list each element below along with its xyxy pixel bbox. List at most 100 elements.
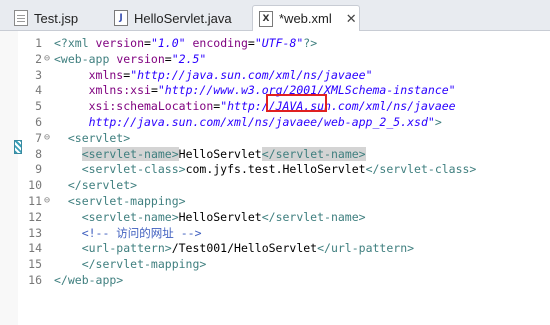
code-token: </servlet-name> xyxy=(261,146,366,161)
code-text: <servlet-class>com.jyfs.test.HelloServle… xyxy=(54,161,477,177)
tab-hello-servlet-java[interactable]: J HelloServlet.java xyxy=(108,5,250,31)
code-text: </servlet-mapping> xyxy=(54,256,207,272)
code-token: xmlns xyxy=(54,67,124,82)
code-text: <url-pattern>/Test001/HelloServlet</url-… xyxy=(54,240,414,256)
tab-label: *web.xml xyxy=(279,11,332,26)
tab-label: HelloServlet.java xyxy=(134,10,232,26)
code-token: "UTF-8" xyxy=(254,36,304,50)
line-number: 6 xyxy=(35,115,42,129)
code-token: http://java.sun.com/xml/ns/javaee/web-ap… xyxy=(54,115,435,129)
code-token: ?> xyxy=(303,36,318,50)
fold-toggle-icon[interactable]: ⊖ xyxy=(44,193,54,209)
code-line[interactable]: 14 <url-pattern>/Test001/HelloServlet</u… xyxy=(0,240,550,256)
close-tab-icon[interactable]: ✕ xyxy=(346,11,357,27)
tab-web-xml[interactable]: X *web.xml ✕ xyxy=(252,5,360,31)
code-text: xmlns="http://java.sun.com/xml/ns/javaee… xyxy=(54,67,373,83)
code-token: "http://JAVA.sun.com/xml/ns/javaee xyxy=(220,99,456,114)
jsp-file-icon xyxy=(14,10,28,26)
code-text: <?xml version="1.0" encoding="UTF-8"?> xyxy=(54,35,317,51)
code-line[interactable]: 2 ⊖ <web-app version="2.5" xyxy=(0,51,550,67)
line-number: 4 xyxy=(35,83,42,98)
code-text: <!-- 访问的网址 --> xyxy=(54,225,202,241)
code-token: = xyxy=(150,83,158,98)
code-line[interactable]: 15 </servlet-mapping> xyxy=(0,256,550,272)
code-line[interactable]: 6 http://java.sun.com/xml/ns/javaee/web-… xyxy=(0,114,550,130)
code-token: </servlet-class> xyxy=(365,162,477,177)
code-token: <servlet> xyxy=(54,130,131,145)
line-number: 13 xyxy=(28,225,42,240)
code-token: <servlet-name> xyxy=(81,146,179,161)
code-line[interactable]: 7 ⊖ <servlet> xyxy=(0,130,550,146)
code-token: <url-pattern> xyxy=(54,241,172,256)
line-number: 15 xyxy=(28,257,42,272)
code-token: </servlet-name> xyxy=(261,209,366,224)
code-token: version xyxy=(95,36,145,50)
fold-toggle-icon[interactable]: ⊖ xyxy=(44,51,54,67)
code-line[interactable]: 13 <!-- 访问的网址 --> xyxy=(0,225,550,241)
code-token: "2.5" xyxy=(171,51,207,66)
code-line[interactable]: 10 </servlet> xyxy=(0,177,550,193)
code-text: xsi:schemaLocation="http://JAVA.sun.com/… xyxy=(54,98,456,114)
code-text: <web-app version="2.5" xyxy=(54,51,206,67)
code-token: <servlet-class> xyxy=(54,162,186,177)
xml-file-icon: X xyxy=(259,10,273,27)
editor-tab-bar: Test.jsp J HelloServlet.java X *web.xml … xyxy=(0,0,550,31)
line-number: 5 xyxy=(35,99,42,114)
fold-toggle-icon[interactable]: ⊖ xyxy=(44,130,54,146)
code-line[interactable]: 8 <servlet-name>HelloServlet</servlet-na… xyxy=(0,146,550,162)
code-token: encoding xyxy=(185,36,248,50)
code-token: xmlns:xsi xyxy=(54,83,151,98)
code-token: <servlet-mapping> xyxy=(54,194,186,208)
code-token: > xyxy=(434,115,442,129)
code-line[interactable]: 11 ⊖ <servlet-mapping> xyxy=(0,193,550,209)
code-text: </servlet> xyxy=(54,177,137,193)
code-text: <servlet-name>HelloServlet</servlet-name… xyxy=(54,209,366,225)
line-number: 3 xyxy=(35,67,42,82)
code-token: HelloServlet xyxy=(178,209,262,224)
line-number: 9 xyxy=(35,162,42,177)
line-number: 8 xyxy=(35,146,42,161)
code-token: </web-app> xyxy=(54,273,124,287)
code-text: <servlet-name>HelloServlet</servlet-name… xyxy=(54,146,366,162)
code-token: = xyxy=(247,36,255,50)
code-line[interactable]: 1 <?xml version="1.0" encoding="UTF-8"?> xyxy=(0,35,550,51)
code-text: <servlet> xyxy=(54,130,130,146)
code-token: com.jyfs.test.HelloServlet xyxy=(185,162,366,177)
code-line[interactable]: 12 <servlet-name>HelloServlet</servlet-n… xyxy=(0,209,550,225)
code-editor[interactable]: 1 <?xml version="1.0" encoding="UTF-8"?> 2… xyxy=(0,31,550,325)
line-number: 7 xyxy=(35,130,42,145)
code-token: = xyxy=(144,36,151,50)
highlight-box xyxy=(266,94,327,112)
code-line[interactable]: 3 xmlns="http://java.sun.com/xml/ns/java… xyxy=(0,67,550,83)
code-token: <web-app xyxy=(54,51,117,66)
code-token: xsi:schemaLocation xyxy=(54,99,214,114)
code-token: version xyxy=(116,51,165,66)
code-text: </web-app> xyxy=(54,272,123,288)
line-number: 1 xyxy=(35,36,42,50)
code-token: </servlet> xyxy=(54,178,138,193)
line-number: 14 xyxy=(28,241,42,256)
line-number: 10 xyxy=(28,178,42,193)
code-line[interactable]: 16 </web-app> xyxy=(0,272,550,288)
tab-test-jsp[interactable]: Test.jsp xyxy=(6,5,98,31)
tab-label: Test.jsp xyxy=(34,10,79,26)
code-token: <?xml xyxy=(54,36,96,50)
code-token: </url-pattern> xyxy=(317,241,415,256)
code-text: http://java.sun.com/xml/ns/javaee/web-ap… xyxy=(54,114,442,130)
code-token: /Test001/HelloServlet xyxy=(171,241,318,256)
code-token: "1.0" xyxy=(150,36,186,50)
code-token: </servlet-mapping> xyxy=(54,257,207,272)
line-number: 11 xyxy=(28,194,42,208)
code-text: <servlet-mapping> xyxy=(54,193,186,209)
java-file-icon: J xyxy=(114,10,128,26)
line-number: 16 xyxy=(28,273,42,287)
code-token: = xyxy=(164,51,172,66)
code-text: xmlns:xsi="http://www.w3.org/2001/XMLSch… xyxy=(54,82,456,98)
code-token: "http://java.sun.com/xml/ns/javaee" xyxy=(130,67,373,82)
code-token: <servlet-name> xyxy=(54,209,179,224)
line-number: 12 xyxy=(28,209,42,224)
code-token: <!-- 访问的网址 --> xyxy=(54,225,202,240)
code-line[interactable]: 9 <servlet-class>com.jyfs.test.HelloServ… xyxy=(0,161,550,177)
line-number: 2 xyxy=(35,51,42,66)
